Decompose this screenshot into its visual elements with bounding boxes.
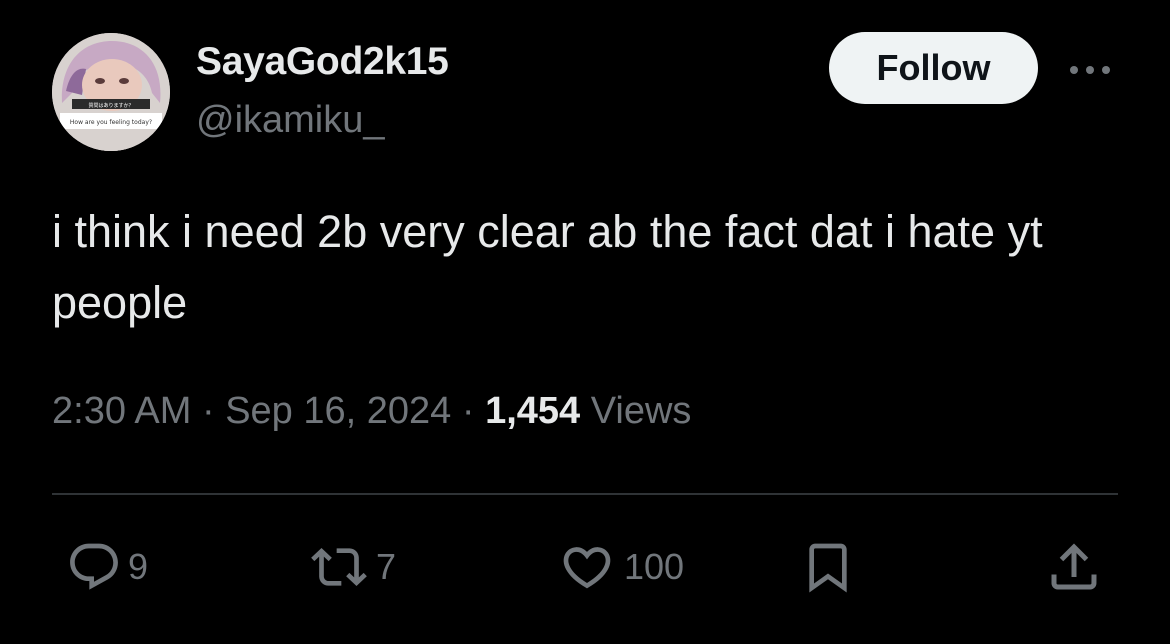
repost-count: 7 [376, 546, 397, 587]
views-count: 1,454 [485, 390, 581, 432]
tweet-meta: 2:30 AM · Sep 16, 2024 · 1,454 Views [52, 390, 691, 433]
bookmark-button[interactable] [800, 537, 856, 597]
author-display-name[interactable]: SayaGod2k15 [196, 40, 449, 84]
views-label: Views [590, 390, 692, 432]
repost-icon [311, 548, 367, 586]
reply-icon [70, 543, 118, 590]
avatar-caption: How are you feeling today? [70, 119, 152, 126]
heart-icon [563, 547, 611, 589]
like-button[interactable]: 100 [556, 537, 684, 597]
author-handle[interactable]: @ikamiku_ [196, 99, 385, 142]
meta-separator: · [461, 390, 475, 432]
avatar-caption-top: 質問はありますか？ [88, 102, 133, 109]
avatar-image: 質問はありますか？ How are you feeling today? [52, 33, 170, 151]
divider [52, 493, 1118, 495]
tweet-time[interactable]: 2:30 AM [52, 390, 191, 432]
share-button[interactable] [1044, 537, 1104, 597]
repost-button[interactable]: 7 [308, 537, 396, 597]
avatar[interactable]: 質問はありますか？ How are you feeling today? [52, 33, 170, 151]
ellipsis-icon [1070, 66, 1110, 74]
reply-count: 9 [128, 546, 149, 587]
reply-button[interactable]: 9 [66, 537, 148, 597]
share-icon [1051, 543, 1097, 590]
meta-separator: · [201, 390, 215, 432]
like-count: 100 [624, 546, 685, 587]
bookmark-icon [809, 543, 847, 593]
tweet-text: i think i need 2b very clear ab the fact… [52, 206, 1043, 328]
follow-button[interactable]: Follow [829, 32, 1038, 104]
tweet-date[interactable]: Sep 16, 2024 [225, 390, 451, 432]
more-options-button[interactable] [1066, 56, 1114, 84]
